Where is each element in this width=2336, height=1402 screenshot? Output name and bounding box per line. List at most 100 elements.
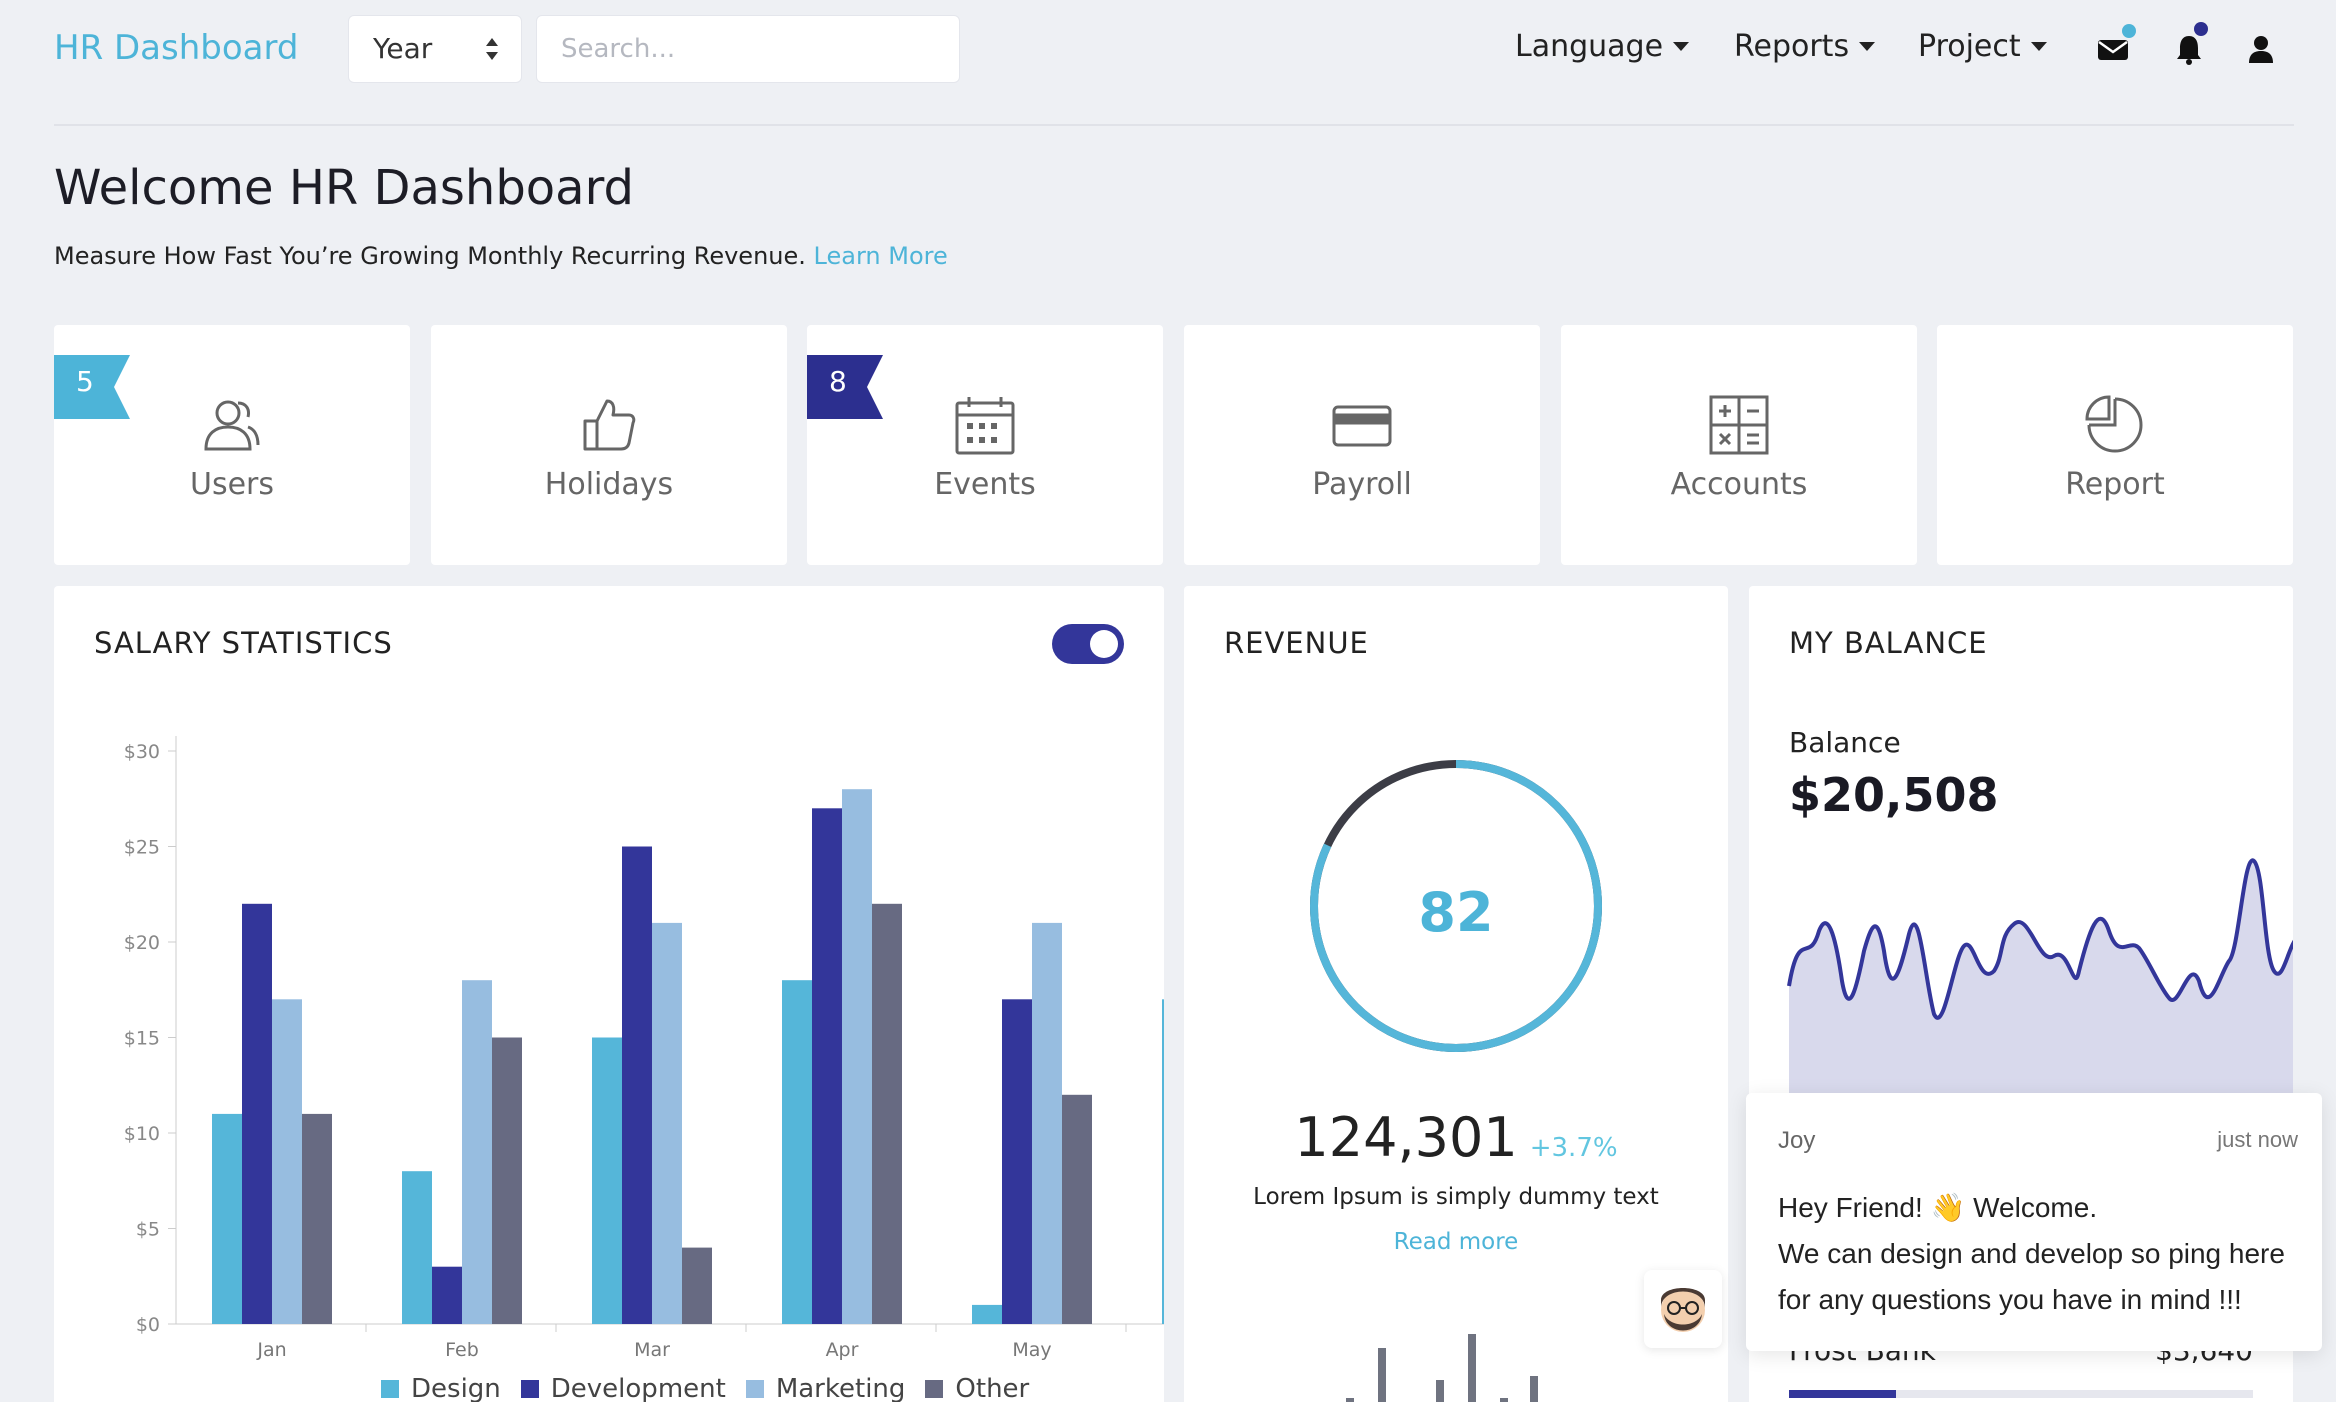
chat-message-line: Hey Friend! 👋 Welcome. — [1778, 1192, 2098, 1223]
chat-popup[interactable]: Joy just now Hey Friend! 👋 Welcome. We c… — [1746, 1093, 2322, 1351]
chat-sender: Joy — [1778, 1127, 1816, 1154]
brand-logo[interactable]: HR Dashboard — [54, 28, 298, 68]
legend-item-design[interactable]: Design — [381, 1374, 501, 1402]
bell-icon[interactable] — [2172, 22, 2208, 66]
balance-sparkline — [1787, 858, 2293, 1096]
x-tick-label: Feb — [445, 1339, 479, 1361]
pie-chart-icon — [2085, 395, 2143, 453]
bank-progress-fill — [1789, 1390, 1896, 1398]
legend-item-development[interactable]: Development — [520, 1374, 726, 1402]
users-icon — [204, 400, 260, 451]
search-input[interactable] — [536, 15, 960, 83]
tile-label: Payroll — [1312, 467, 1412, 502]
tile-label: Holidays — [544, 467, 674, 502]
tile-holidays[interactable]: Holidays — [431, 325, 787, 565]
x-tick-label: May — [1012, 1339, 1051, 1361]
bar — [812, 808, 842, 1324]
y-tick-label: $20 — [124, 932, 160, 954]
bar — [242, 903, 272, 1324]
bar — [402, 1171, 432, 1324]
bar — [1002, 999, 1032, 1324]
y-tick-label: $5 — [136, 1219, 160, 1241]
bar — [592, 1037, 622, 1324]
tile-accounts[interactable]: Accounts — [1561, 325, 1917, 565]
chat-message: Hey Friend! 👋 Welcome. We can design and… — [1778, 1185, 2318, 1323]
page-subtitle: Measure How Fast You’re Growing Monthly … — [54, 242, 948, 270]
bar — [1062, 1094, 1092, 1324]
tile-payroll[interactable]: Payroll — [1184, 325, 1540, 565]
revenue-description: Lorem Ipsum is simply dummy text — [1253, 1184, 1659, 1210]
bar — [682, 1247, 712, 1324]
tile-label: Users — [189, 467, 274, 502]
bar — [652, 922, 682, 1324]
project-menu-label: Project — [1918, 29, 2021, 64]
bar — [972, 1304, 1002, 1324]
badge-count: 8 — [829, 365, 847, 398]
x-tick-label: Mar — [634, 1339, 670, 1361]
balance-label: Balance — [1789, 726, 1901, 759]
year-select-value: Year — [373, 32, 433, 65]
year-select[interactable]: Year — [348, 15, 522, 83]
salary-bar-chart: $0 $5 $10 $15 $20 $25 $30 Jan Feb Mar Apr May — [124, 736, 1164, 1361]
chat-timestamp: just now — [2217, 1127, 2298, 1152]
caret-down-icon — [2030, 42, 2047, 51]
bar — [842, 789, 872, 1324]
project-menu[interactable]: Project — [1918, 29, 2047, 64]
caret-down-icon — [1859, 42, 1876, 51]
bar — [462, 980, 492, 1324]
reports-menu[interactable]: Reports — [1734, 29, 1876, 64]
chat-message-line: for any questions you have in mind !!! — [1778, 1284, 2242, 1315]
bar — [782, 980, 812, 1324]
bar — [1032, 922, 1062, 1324]
thumbs-up-icon — [583, 399, 636, 451]
reports-menu-label: Reports — [1734, 29, 1850, 64]
legend-item-other[interactable]: Other — [925, 1374, 1029, 1402]
tile-users[interactable]: 5 Users — [54, 325, 410, 565]
chat-message-line: We can design and develop so ping here — [1778, 1238, 2285, 1269]
notification-dot — [2122, 24, 2136, 38]
revenue-change: +3.7% — [1529, 1133, 1618, 1163]
tile-report[interactable]: Report — [1937, 325, 2293, 565]
bar — [622, 846, 652, 1324]
tile-label: Events — [934, 467, 1036, 502]
language-menu[interactable]: Language — [1515, 29, 1690, 64]
y-tick-label: $15 — [124, 1028, 160, 1050]
x-tick-label: Jan — [256, 1339, 286, 1361]
select-arrows-icon — [486, 38, 498, 60]
bar — [492, 1037, 522, 1324]
balance-value: $20,508 — [1789, 768, 1999, 822]
learn-more-link[interactable]: Learn More — [814, 242, 948, 270]
tile-events[interactable]: 8 Events — [807, 325, 1163, 565]
gauge-value: 82 — [1418, 881, 1494, 944]
bar — [1162, 999, 1164, 1324]
page-title: Welcome HR Dashboard — [54, 160, 634, 216]
card-title: REVENUE — [1224, 626, 1369, 660]
revenue-amount: 124,301 +3.7% — [1184, 1106, 1728, 1169]
bar — [272, 999, 302, 1324]
badge-ribbon: 5 — [54, 355, 130, 419]
chat-avatar[interactable] — [1644, 1270, 1722, 1348]
read-more-link[interactable]: Read more — [1184, 1229, 1728, 1255]
y-tick-label: $0 — [136, 1314, 160, 1336]
bar — [432, 1266, 462, 1324]
envelope-icon[interactable] — [2096, 24, 2136, 66]
bar — [872, 903, 902, 1324]
legend-item-marketing[interactable]: Marketing — [745, 1374, 905, 1402]
x-tick-label: Apr — [826, 1339, 859, 1361]
caret-down-icon — [1673, 42, 1690, 51]
bar — [212, 1113, 242, 1324]
bar — [302, 1113, 332, 1324]
card-title: MY BALANCE — [1789, 626, 1988, 660]
chart-legend: Design Development Marketing Other — [381, 1374, 1029, 1402]
user-icon[interactable] — [2244, 32, 2278, 66]
subtitle-text: Measure How Fast You’re Growing Monthly … — [54, 242, 806, 270]
top-navbar: HR Dashboard Year Language Reports Proje… — [54, 0, 2294, 126]
badge-count: 5 — [76, 365, 94, 398]
tile-label: Accounts — [1670, 467, 1808, 502]
y-tick-label: $25 — [124, 837, 160, 859]
tile-label: Report — [2065, 467, 2165, 502]
revenue-amount-value: 124,301 — [1294, 1106, 1518, 1169]
calendar-icon — [955, 397, 1015, 455]
calculator-icon — [1709, 395, 1769, 455]
credit-card-icon — [1332, 405, 1392, 447]
